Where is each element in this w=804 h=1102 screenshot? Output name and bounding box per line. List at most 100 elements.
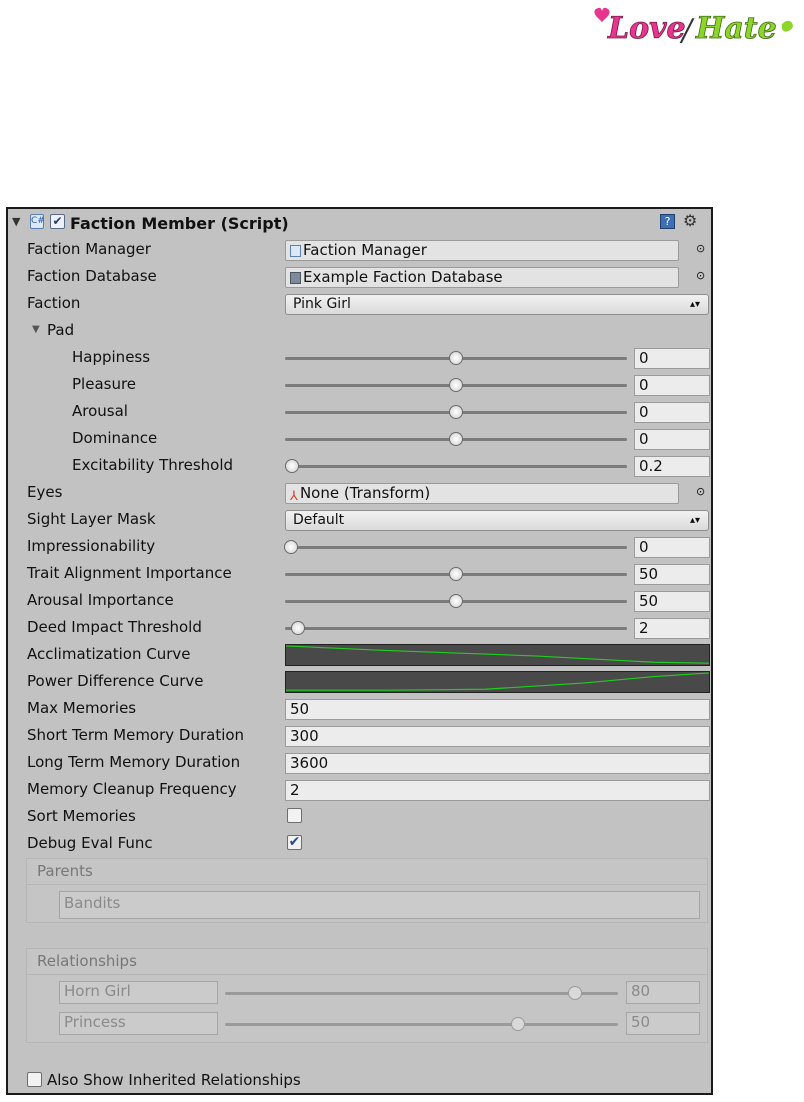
foldout-arrow-icon[interactable]: ▼ xyxy=(32,324,40,335)
row-arousal-importance: Arousal Importance 50 xyxy=(8,587,711,614)
pleasure-slider-thumb[interactable] xyxy=(449,378,463,392)
inspector-panel: ▼ C# ✔ Faction Member (Script) ? ⚙ Facti… xyxy=(6,207,713,1095)
field-label: Debug Eval Func xyxy=(27,834,153,852)
relationship-value-input[interactable]: 80 xyxy=(626,981,700,1004)
deed-impact-slider-thumb[interactable] xyxy=(291,621,305,635)
field-label: Memory Cleanup Frequency xyxy=(27,780,237,798)
field-label: Trait Alignment Importance xyxy=(27,564,232,582)
acclimatization-curve-field[interactable] xyxy=(285,644,710,666)
excitability-input[interactable]: 0.2 xyxy=(634,456,710,477)
long-term-input[interactable]: 3600 xyxy=(285,753,710,774)
row-pad: ▼ Pad xyxy=(8,317,711,344)
eyes-field[interactable]: ⅄ None (Transform) xyxy=(285,483,679,504)
component-header: ▼ C# ✔ Faction Member (Script) ? ⚙ xyxy=(8,209,711,236)
svg-text:Hate: Hate xyxy=(695,11,777,46)
dropdown-value: Pink Girl xyxy=(293,296,351,312)
deed-impact-slider-track[interactable] xyxy=(285,627,627,630)
arousal-importance-input[interactable]: 50 xyxy=(634,591,710,612)
svg-text:Love: Love xyxy=(607,11,686,46)
row-happiness: Happiness 0 xyxy=(8,344,711,371)
row-eyes: Eyes ⅄ None (Transform) ⊙ xyxy=(8,479,711,506)
row-max-memories: Max Memories 50 xyxy=(8,695,711,722)
row-sight-layer-mask: Sight Layer Mask Default ▴▾ xyxy=(8,506,711,533)
relationship-value-input[interactable]: 50 xyxy=(626,1012,700,1035)
dropdown-arrows-icon: ▴▾ xyxy=(689,515,700,526)
script-icon xyxy=(290,245,301,257)
power-difference-curve-field[interactable] xyxy=(285,671,710,693)
dominance-slider-thumb[interactable] xyxy=(449,432,463,446)
component-title: Faction Member (Script) xyxy=(70,214,289,233)
field-label: Arousal xyxy=(72,402,128,420)
field-label: Faction Manager xyxy=(27,240,151,258)
row-also-show-inherited: Also Show Inherited Relationships xyxy=(8,1067,711,1094)
field-value: Example Faction Database xyxy=(303,268,503,286)
relationship-slider-thumb[interactable] xyxy=(511,1017,525,1031)
trait-alignment-slider-thumb[interactable] xyxy=(449,567,463,581)
impressionability-slider-thumb[interactable] xyxy=(284,540,298,554)
row-dominance: Dominance 0 xyxy=(8,425,711,452)
field-label: Acclimatization Curve xyxy=(27,645,191,663)
trait-alignment-input[interactable]: 50 xyxy=(634,564,710,585)
field-label: Max Memories xyxy=(27,699,137,717)
arousal-slider-thumb[interactable] xyxy=(449,405,463,419)
enabled-checkbox[interactable]: ✔ xyxy=(50,214,65,229)
row-excitability-threshold: Excitability Threshold 0.2 xyxy=(8,452,711,479)
field-label: Faction Database xyxy=(27,267,157,285)
excitability-slider-track[interactable] xyxy=(285,465,627,468)
field-label: Happiness xyxy=(72,348,151,366)
arousal-input[interactable]: 0 xyxy=(634,402,710,423)
field-label: Faction xyxy=(27,294,81,312)
gear-icon[interactable]: ⚙ xyxy=(683,211,697,230)
parent-item[interactable]: Bandits xyxy=(59,891,700,919)
row-acclimatization-curve: Acclimatization Curve xyxy=(8,641,711,668)
dropdown-arrows-icon: ▴▾ xyxy=(689,299,700,310)
excitability-slider-thumb[interactable] xyxy=(285,459,299,473)
row-debug-eval: Debug Eval Func ✔ xyxy=(8,830,711,857)
cleanup-input[interactable]: 2 xyxy=(285,780,710,801)
field-label: Arousal Importance xyxy=(27,591,174,609)
field-label: Sort Memories xyxy=(27,807,136,825)
relationship-name-field[interactable]: Horn Girl xyxy=(59,981,218,1004)
relationship-slider-track[interactable] xyxy=(225,1023,618,1026)
svg-text:/: / xyxy=(679,13,695,48)
object-picker-icon[interactable]: ⊙ xyxy=(696,485,705,498)
pleasure-input[interactable]: 0 xyxy=(634,375,710,396)
dominance-input[interactable]: 0 xyxy=(634,429,710,450)
script-icon: C# xyxy=(30,214,45,229)
debug-eval-checkbox[interactable]: ✔ xyxy=(287,835,302,850)
row-cleanup: Memory Cleanup Frequency 2 xyxy=(8,776,711,803)
help-icon[interactable]: ? xyxy=(660,214,675,229)
relationship-slider-thumb[interactable] xyxy=(568,986,582,1000)
field-label: Impressionability xyxy=(27,537,156,555)
object-picker-icon[interactable]: ⊙ xyxy=(696,242,705,255)
object-picker-icon[interactable]: ⊙ xyxy=(696,269,705,282)
happiness-input[interactable]: 0 xyxy=(634,348,710,369)
happiness-slider-thumb[interactable] xyxy=(449,351,463,365)
row-power-difference-curve: Power Difference Curve xyxy=(8,668,711,695)
max-memories-input[interactable]: 50 xyxy=(285,699,710,720)
sort-memories-checkbox[interactable] xyxy=(287,808,302,823)
row-faction-database: Faction Database Example Faction Databas… xyxy=(8,263,711,290)
foldout-arrow-icon[interactable]: ▼ xyxy=(12,215,20,228)
field-value: None (Transform) xyxy=(299,484,431,502)
relationship-name-field[interactable]: Princess xyxy=(59,1012,218,1035)
also-show-inherited-checkbox[interactable] xyxy=(27,1072,42,1087)
faction-dropdown[interactable]: Pink Girl ▴▾ xyxy=(285,294,709,315)
parents-title: Parents xyxy=(37,862,93,880)
pad-foldout-label[interactable]: Pad xyxy=(47,321,74,339)
arousal-importance-slider-thumb[interactable] xyxy=(449,594,463,608)
impressionability-slider-track[interactable] xyxy=(285,546,627,549)
field-label: Dominance xyxy=(72,429,158,447)
deed-impact-input[interactable]: 2 xyxy=(634,618,710,639)
relationship-slider-track[interactable] xyxy=(225,992,618,995)
short-term-input[interactable]: 300 xyxy=(285,726,710,747)
row-faction: Faction Pink Girl ▴▾ xyxy=(8,290,711,317)
transform-icon: ⅄ xyxy=(290,489,298,504)
faction-database-field[interactable]: Example Faction Database xyxy=(285,267,679,288)
impressionability-input[interactable]: 0 xyxy=(634,537,710,558)
row-trait-alignment: Trait Alignment Importance 50 xyxy=(8,560,711,587)
sight-layer-mask-dropdown[interactable]: Default ▴▾ xyxy=(285,510,709,531)
faction-manager-field[interactable]: Faction Manager xyxy=(285,240,679,261)
row-faction-manager: Faction Manager Faction Manager ⊙ xyxy=(8,236,711,263)
love-hate-logo: Love / Hate xyxy=(594,7,793,48)
